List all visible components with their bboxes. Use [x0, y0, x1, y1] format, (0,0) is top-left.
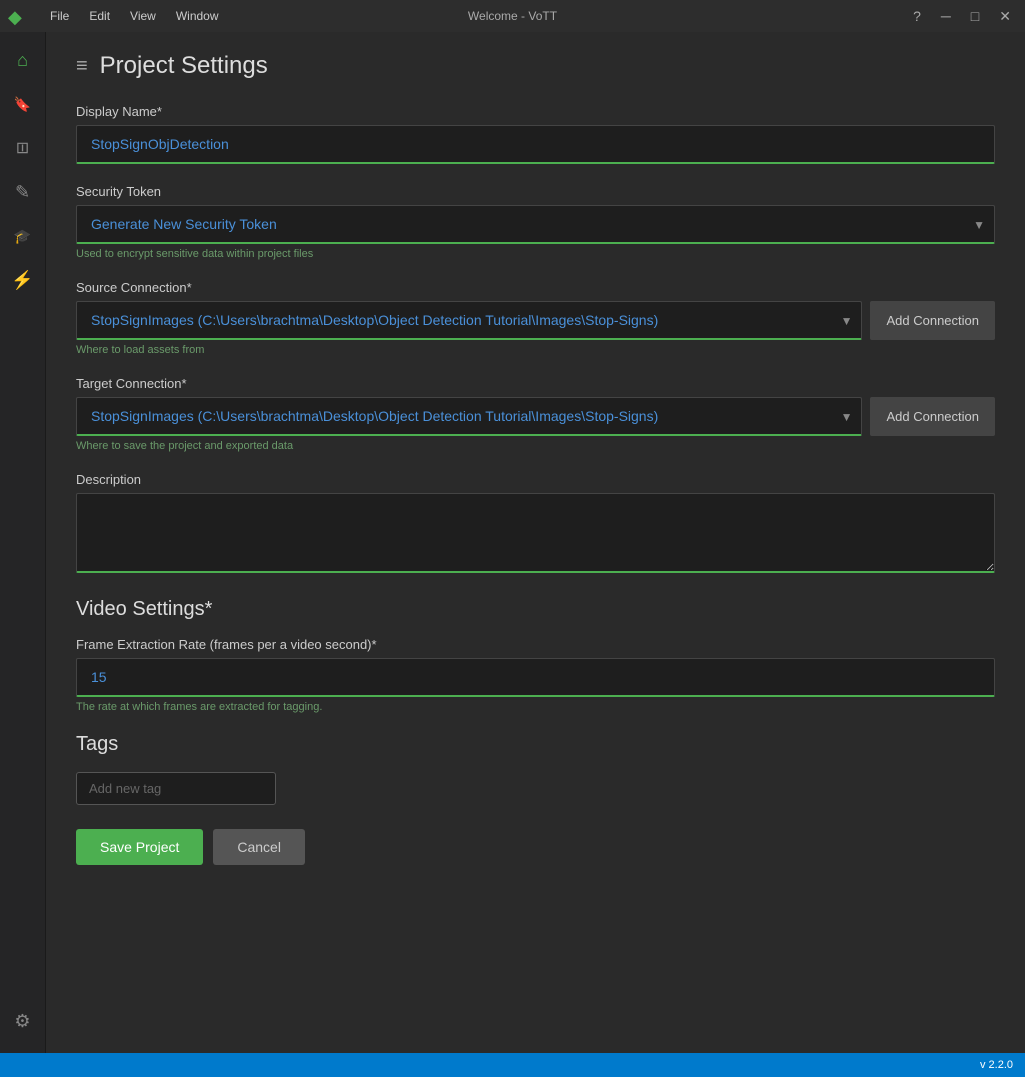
edit-icon: ✎	[15, 182, 30, 203]
security-token-label: Security Token	[76, 184, 995, 199]
home-icon: ⌂	[17, 50, 28, 71]
settings-icon: ⚙	[14, 1011, 30, 1032]
menu-window[interactable]: Window	[168, 7, 227, 25]
source-connection-row: StopSignImages (C:\Users\brachtma\Deskto…	[76, 301, 995, 340]
description-textarea[interactable]	[76, 493, 995, 573]
close-button[interactable]: ✕	[993, 6, 1017, 27]
target-add-connection-button[interactable]: Add Connection	[870, 397, 995, 436]
sidebar-item-plugin[interactable]: ⚡	[3, 260, 43, 300]
sidebar-item-settings[interactable]: ⚙	[3, 1001, 43, 1041]
sidebar-item-edit[interactable]: ✎	[3, 172, 43, 212]
source-add-connection-button[interactable]: Add Connection	[870, 301, 995, 340]
video-settings-title: Video Settings*	[76, 598, 995, 621]
maximize-button[interactable]: □	[965, 6, 985, 26]
menu-view[interactable]: View	[122, 7, 164, 25]
title-bar-left: ◆ File Edit View Window	[8, 7, 227, 25]
sidebar-item-sliders[interactable]: ⊟	[3, 128, 43, 168]
version-text: v 2.2.0	[980, 1059, 1013, 1071]
target-connection-row: StopSignImages (C:\Users\brachtma\Deskto…	[76, 397, 995, 436]
cancel-button[interactable]: Cancel	[213, 829, 305, 865]
sidebar-bottom: ⚙	[3, 1001, 43, 1045]
tags-title: Tags	[76, 733, 995, 756]
sidebar-item-bookmark[interactable]: 🔖	[3, 84, 43, 124]
title-bar: ◆ File Edit View Window Welcome - VoTT ?…	[0, 0, 1025, 32]
display-name-label: Display Name*	[76, 104, 995, 119]
status-bar: v 2.2.0	[0, 1053, 1025, 1077]
target-connection-group: Target Connection* StopSignImages (C:\Us…	[76, 376, 995, 452]
source-connection-group: Source Connection* StopSignImages (C:\Us…	[76, 280, 995, 356]
security-token-group: Security Token Generate New Security Tok…	[76, 184, 995, 260]
source-connection-select-wrapper: StopSignImages (C:\Users\brachtma\Deskto…	[76, 301, 862, 340]
menu-edit[interactable]: Edit	[81, 7, 118, 25]
target-connection-select-wrapper: StopSignImages (C:\Users\brachtma\Deskto…	[76, 397, 862, 436]
target-connection-select[interactable]: StopSignImages (C:\Users\brachtma\Deskto…	[76, 397, 862, 436]
button-row: Save Project Cancel	[76, 829, 995, 865]
page-title: Project Settings	[100, 52, 268, 80]
frame-rate-group: Frame Extraction Rate (frames per a vide…	[76, 637, 995, 713]
security-token-select-wrapper: Generate New Security Token ▼	[76, 205, 995, 244]
sidebar-item-train[interactable]: 🎓	[3, 216, 43, 256]
description-group: Description	[76, 472, 995, 578]
display-name-input[interactable]	[76, 125, 995, 164]
window-controls: ? ─ □ ✕	[907, 6, 1017, 27]
security-token-select[interactable]: Generate New Security Token	[76, 205, 995, 244]
menu-file[interactable]: File	[42, 7, 77, 25]
main-content: ≡ Project Settings Display Name* Securit…	[46, 32, 1025, 1053]
source-connection-select[interactable]: StopSignImages (C:\Users\brachtma\Deskto…	[76, 301, 862, 340]
description-label: Description	[76, 472, 995, 487]
save-project-button[interactable]: Save Project	[76, 829, 203, 865]
app-logo: ◆	[8, 7, 26, 25]
tags-input[interactable]	[76, 772, 276, 805]
graduation-icon: 🎓	[14, 228, 31, 245]
help-button[interactable]: ?	[907, 6, 927, 26]
source-connection-hint: Where to load assets from	[76, 344, 995, 356]
plugin-icon: ⚡	[11, 270, 33, 291]
frame-rate-label: Frame Extraction Rate (frames per a vide…	[76, 637, 995, 652]
app-body: ⌂ 🔖 ⊟ ✎ 🎓 ⚡ ⚙ ≡ Project Settings	[0, 32, 1025, 1053]
display-name-group: Display Name*	[76, 104, 995, 164]
target-connection-label: Target Connection*	[76, 376, 995, 391]
sidebar: ⌂ 🔖 ⊟ ✎ 🎓 ⚡ ⚙	[0, 32, 46, 1053]
minimize-button[interactable]: ─	[935, 6, 957, 26]
sliders-icon: ⊟	[13, 141, 33, 154]
security-token-hint: Used to encrypt sensitive data within pr…	[76, 248, 995, 260]
window-title: Welcome - VoTT	[468, 9, 557, 23]
target-connection-hint: Where to save the project and exported d…	[76, 440, 995, 452]
page-header: ≡ Project Settings	[76, 52, 995, 80]
bookmark-icon: 🔖	[14, 96, 31, 113]
source-connection-label: Source Connection*	[76, 280, 995, 295]
sidebar-item-home[interactable]: ⌂	[3, 40, 43, 80]
frame-rate-input[interactable]	[76, 658, 995, 697]
frame-rate-hint: The rate at which frames are extracted f…	[76, 701, 995, 713]
page-header-icon: ≡	[76, 55, 88, 78]
menu-bar: File Edit View Window	[42, 7, 227, 25]
